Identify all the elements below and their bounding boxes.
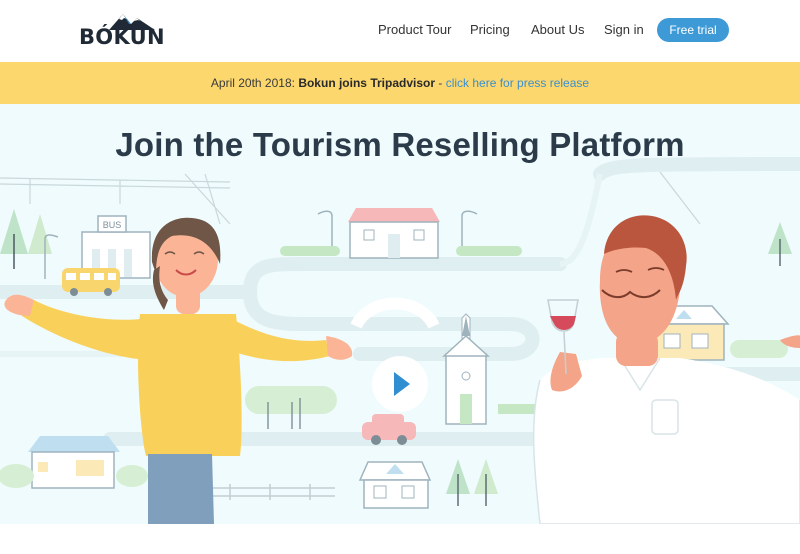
nav-product-tour[interactable]: Product Tour <box>378 18 451 42</box>
page-bottom <box>0 524 800 554</box>
nav-about-us[interactable]: About Us <box>531 18 584 42</box>
bus-sign: BUS <box>103 220 122 230</box>
logo-wordmark: BÓKUN <box>79 25 165 49</box>
banner-separator: - <box>438 76 443 90</box>
site-header: BÓKUN Product Tour Pricing About Us Sign… <box>0 0 800 62</box>
hero-title: Join the Tourism Reselling Platform <box>115 126 685 163</box>
banner-date: April 20th 2018: <box>210 76 295 90</box>
trees-left <box>0 209 52 269</box>
bokun-logo[interactable]: BÓKUN <box>79 12 165 48</box>
hero-illustration: BUS <box>0 157 800 524</box>
press-release-link[interactable]: click here for press release <box>446 76 589 90</box>
hero-section: BUS Join the Tourism Reselling Platform <box>0 104 800 524</box>
free-trial-button[interactable]: Free trial <box>657 18 729 42</box>
banner-headline: Bokun joins Tripadvisor <box>298 76 435 90</box>
announcement-banner: April 20th 2018: Bokun joins Tripadvisor… <box>0 62 800 104</box>
house-bottom-left <box>28 436 120 489</box>
play-video-button[interactable] <box>372 356 428 412</box>
house-center <box>348 208 440 259</box>
nav-pricing[interactable]: Pricing <box>470 18 510 42</box>
nav-sign-in[interactable]: Sign in <box>604 18 644 42</box>
yellow-bus <box>62 268 120 296</box>
house-bottom <box>358 461 432 509</box>
